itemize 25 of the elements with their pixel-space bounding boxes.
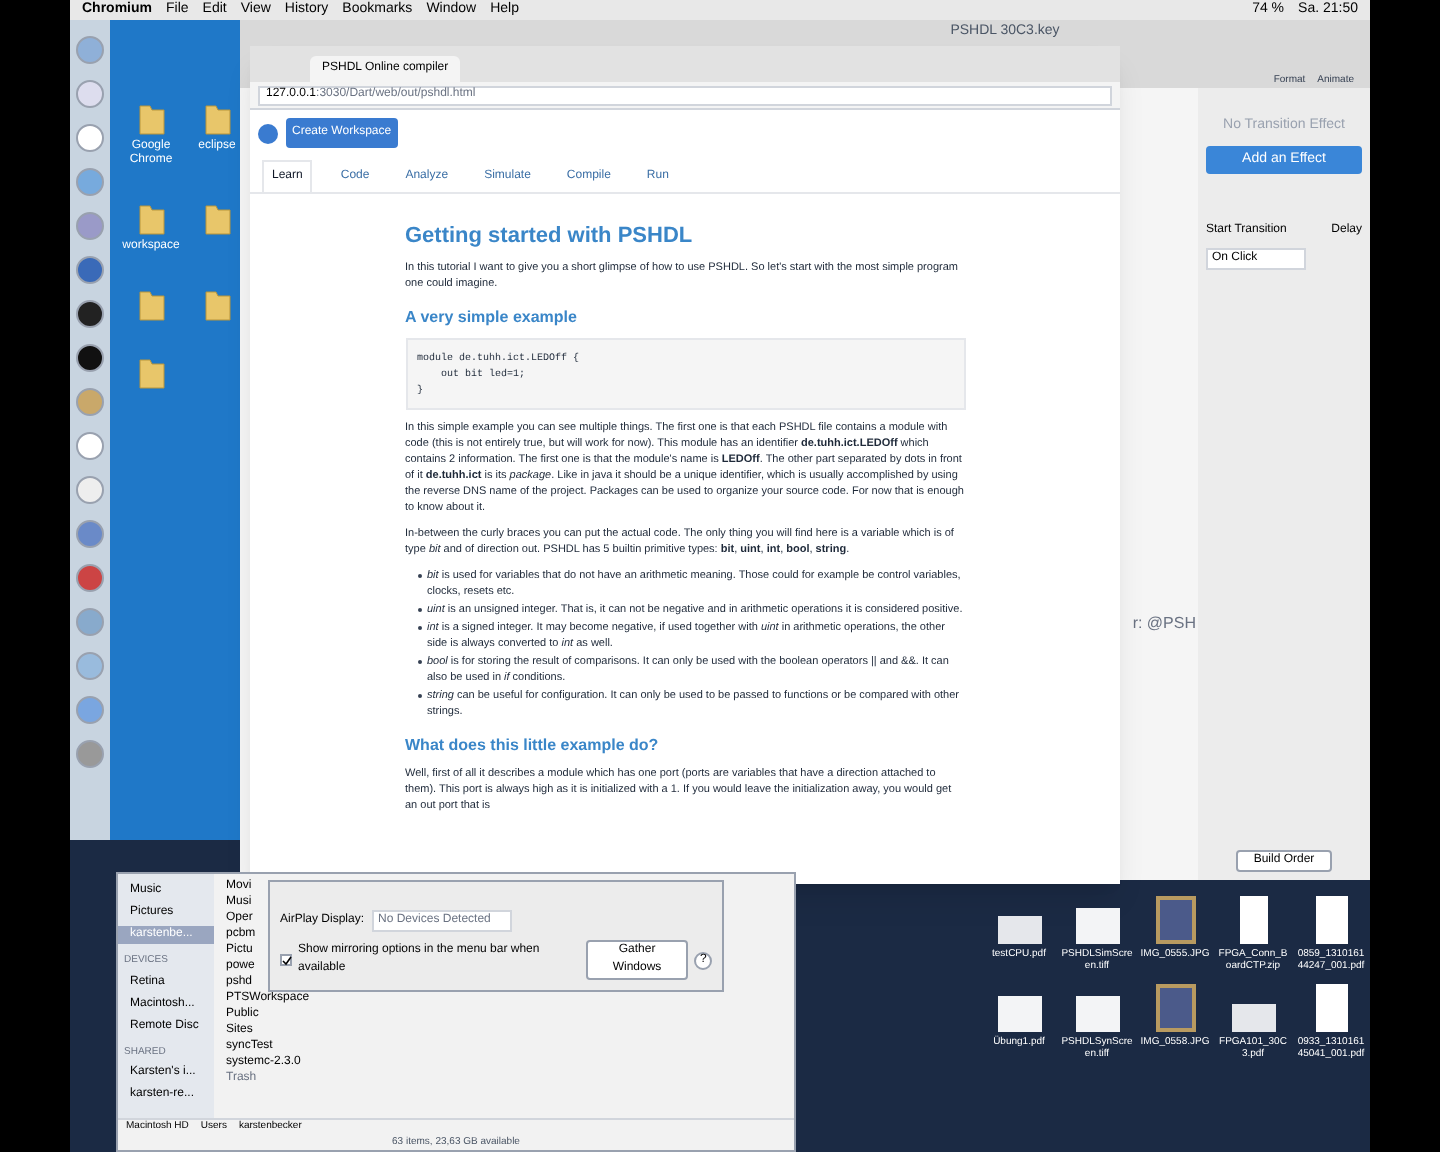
- folder-icon[interactable]: [203, 286, 231, 322]
- section-heading: What does this little example do?: [405, 734, 661, 756]
- file-thumbnail-icon[interactable]: [1315, 896, 1347, 944]
- file-thumbnail-icon[interactable]: [1155, 896, 1195, 944]
- section-heading: A very simple example: [405, 306, 579, 328]
- app-logo-icon: [258, 123, 278, 143]
- folder-icon[interactable]: [203, 100, 231, 136]
- folder-icon[interactable]: [203, 200, 231, 236]
- folder-icon[interactable]: [137, 100, 165, 136]
- file-thumbnail-icon[interactable]: [997, 996, 1041, 1032]
- dock-app-icon[interactable]: [76, 300, 104, 328]
- file-thumbnail-icon[interactable]: [1315, 984, 1347, 1032]
- file-thumbnail-icon[interactable]: [1075, 908, 1119, 944]
- file-thumbnail-icon[interactable]: [1075, 996, 1119, 1032]
- checkbox[interactable]: [280, 954, 292, 966]
- folder-icon[interactable]: [137, 200, 165, 236]
- file-thumbnail-icon[interactable]: [997, 916, 1041, 944]
- page-heading: Getting started with PSHDL: [405, 222, 695, 250]
- file-thumbnail-icon[interactable]: [1231, 1004, 1275, 1032]
- folder-icon[interactable]: [137, 354, 165, 390]
- slide-text: r: @PSH: [1132, 612, 1198, 636]
- dock-app-icon[interactable]: [76, 344, 104, 372]
- folder-icon[interactable]: [137, 286, 165, 322]
- file-thumbnail-icon[interactable]: [1239, 896, 1267, 944]
- file-thumbnail-icon[interactable]: [1155, 984, 1195, 1032]
